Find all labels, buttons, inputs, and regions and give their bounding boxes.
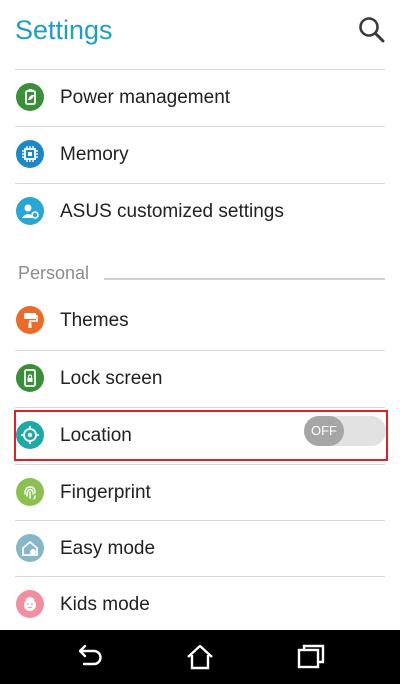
back-icon — [78, 644, 102, 666]
app-header: Settings — [0, 0, 400, 66]
fingerprint-icon — [16, 478, 44, 506]
settings-item-themes[interactable]: Themes — [15, 293, 385, 349]
battery-leaf-icon — [16, 83, 44, 111]
settings-item-power-management[interactable]: Power management — [15, 69, 385, 125]
settings-item-asus-customized[interactable]: ASUS customized settings — [15, 183, 385, 239]
chip-icon — [16, 140, 44, 168]
settings-item-label: Kids mode — [60, 594, 150, 615]
settings-item-label: Easy mode — [60, 538, 156, 559]
search-icon — [359, 17, 385, 43]
settings-item-label: Memory — [60, 144, 129, 165]
home-button[interactable] — [182, 640, 218, 674]
settings-item-easy-mode[interactable]: Easy mode — [15, 520, 385, 576]
settings-item-label: Fingerprint — [60, 482, 151, 503]
settings-item-lock-screen[interactable]: Lock screen — [15, 350, 385, 406]
settings-item-memory[interactable]: Memory — [15, 126, 385, 182]
location-highlight-box — [14, 410, 388, 461]
paint-roller-icon — [16, 306, 44, 334]
page-title: Settings — [15, 15, 113, 45]
user-gear-icon — [16, 197, 44, 225]
settings-item-label: Lock screen — [60, 368, 163, 389]
recents-button[interactable] — [293, 640, 329, 674]
home-smile-icon — [16, 534, 44, 562]
settings-item-label: ASUS customized settings — [60, 201, 284, 222]
section-label: Personal — [18, 263, 90, 283]
settings-item-kids-mode[interactable]: Kids mode — [15, 576, 385, 632]
section-header-personal: Personal — [18, 262, 385, 286]
kid-face-icon — [16, 590, 44, 618]
settings-item-label: Themes — [60, 310, 129, 331]
settings-item-fingerprint[interactable]: Fingerprint — [15, 464, 385, 520]
phone-lock-icon — [16, 364, 44, 392]
section-divider — [104, 278, 385, 280]
settings-item-label: Power management — [60, 87, 231, 108]
navigation-bar — [0, 630, 400, 684]
recents-icon — [297, 644, 325, 669]
home-icon — [187, 644, 213, 670]
search-button[interactable] — [356, 14, 388, 46]
back-button[interactable] — [71, 640, 107, 674]
